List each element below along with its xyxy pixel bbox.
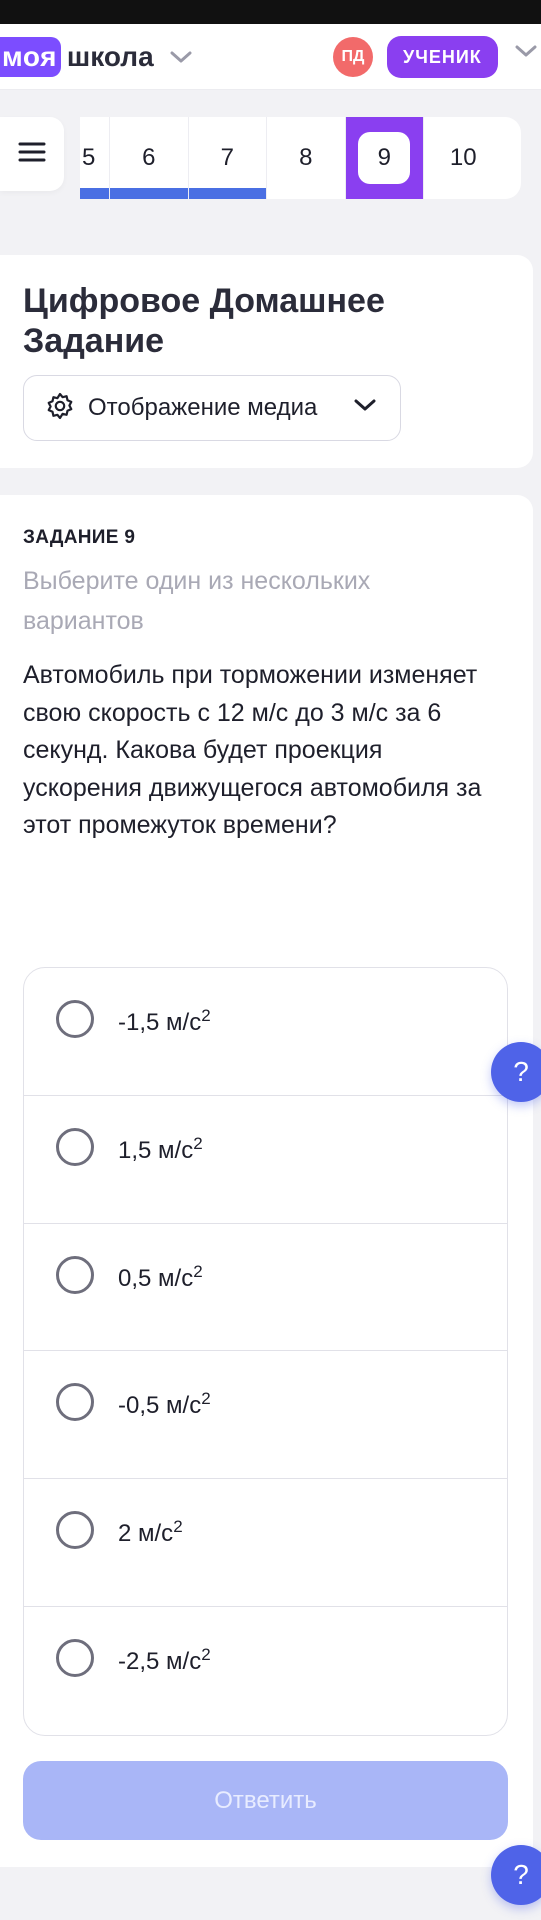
question-mark-icon: ?: [513, 1056, 529, 1087]
answer-label: -1,5 м/с2: [118, 1006, 211, 1036]
avatar[interactable]: ПД: [333, 37, 373, 77]
radio-button[interactable]: [56, 1383, 94, 1422]
task-number: ЗАДАНИЕ 9: [23, 527, 136, 548]
menu-button[interactable]: [0, 117, 64, 191]
answer-option[interactable]: 0,5 м/с2: [24, 1224, 507, 1352]
answer-option[interactable]: -0,5 м/с2: [24, 1351, 507, 1480]
answer-label: -0,5 м/с2: [118, 1389, 211, 1420]
question-mark-icon: ?: [513, 1859, 529, 1890]
answer-label: 1,5 м/с2: [118, 1133, 203, 1164]
logo-moya[interactable]: моя: [0, 36, 61, 77]
submit-answer-button[interactable]: Ответить: [23, 1761, 508, 1840]
task-hint: Выберите один из нескольких вариантов: [23, 567, 371, 635]
answer-label: 0,5 м/с2: [118, 1261, 203, 1292]
page-title: Цифровое Домашнее Задание: [23, 282, 385, 360]
radio-button[interactable]: [56, 1511, 94, 1550]
tab-label: 6: [142, 144, 156, 171]
tab-task-8[interactable]: 8: [267, 117, 346, 199]
radio-button[interactable]: [56, 1255, 94, 1294]
tab-task-6[interactable]: 6: [110, 117, 189, 199]
task-navigation: 5 6 7 8 9 10: [0, 117, 541, 199]
radio-button[interactable]: [56, 1127, 94, 1166]
gear-icon: [46, 392, 74, 425]
chevron-down-icon: [354, 398, 376, 417]
answer-option[interactable]: 2 м/с2: [24, 1479, 507, 1607]
chevron-down-icon[interactable]: [515, 44, 537, 63]
answer-option[interactable]: -1,5 м/с2: [24, 968, 507, 1096]
tab-task-10[interactable]: 10: [424, 117, 503, 199]
tab-label: 10: [449, 144, 477, 171]
tab-label: 8: [299, 144, 313, 171]
homework-header-card: Цифровое Домашнее Задание Отображение ме…: [0, 255, 533, 468]
tab-task-9[interactable]: 9: [345, 117, 424, 199]
media-display-dropdown[interactable]: Отображение медиа: [23, 375, 401, 441]
status-bar: [0, 0, 541, 24]
task-tabs: 5 6 7 8 9 10: [80, 117, 521, 199]
media-display-label: Отображение медиа: [88, 394, 318, 421]
answer-options: -1,5 м/с2 1,5 м/с2 0,5 м/с2 -0,5 м/с2 2 …: [23, 967, 508, 1736]
tab-task-5[interactable]: 5: [80, 117, 110, 199]
task-question: Автомобиль при торможении изменяет свою …: [23, 661, 482, 839]
answer-label: 2 м/с2: [118, 1517, 183, 1548]
task-card: ЗАДАНИЕ 9 Выберите один из нескольких ва…: [0, 495, 533, 1867]
help-button[interactable]: ?: [491, 1845, 541, 1905]
radio-button[interactable]: [56, 1638, 94, 1677]
answer-label: -2,5 м/с2: [118, 1644, 211, 1675]
tab-label: 9: [377, 144, 391, 171]
radio-button[interactable]: [56, 1000, 94, 1038]
tab-label: 5: [82, 144, 96, 171]
answer-option[interactable]: -2,5 м/с2: [24, 1607, 507, 1735]
tab-task-7[interactable]: 7: [188, 117, 267, 199]
hamburger-icon: [18, 141, 46, 168]
chevron-down-icon[interactable]: [168, 44, 194, 70]
role-badge[interactable]: УЧЕНИК: [387, 36, 498, 78]
tab-label: 7: [220, 144, 234, 171]
top-bar: моя школа ПД УЧЕНИК: [0, 24, 541, 90]
logo-shkola[interactable]: школа: [67, 41, 154, 73]
answer-option[interactable]: 1,5 м/с2: [24, 1096, 507, 1224]
